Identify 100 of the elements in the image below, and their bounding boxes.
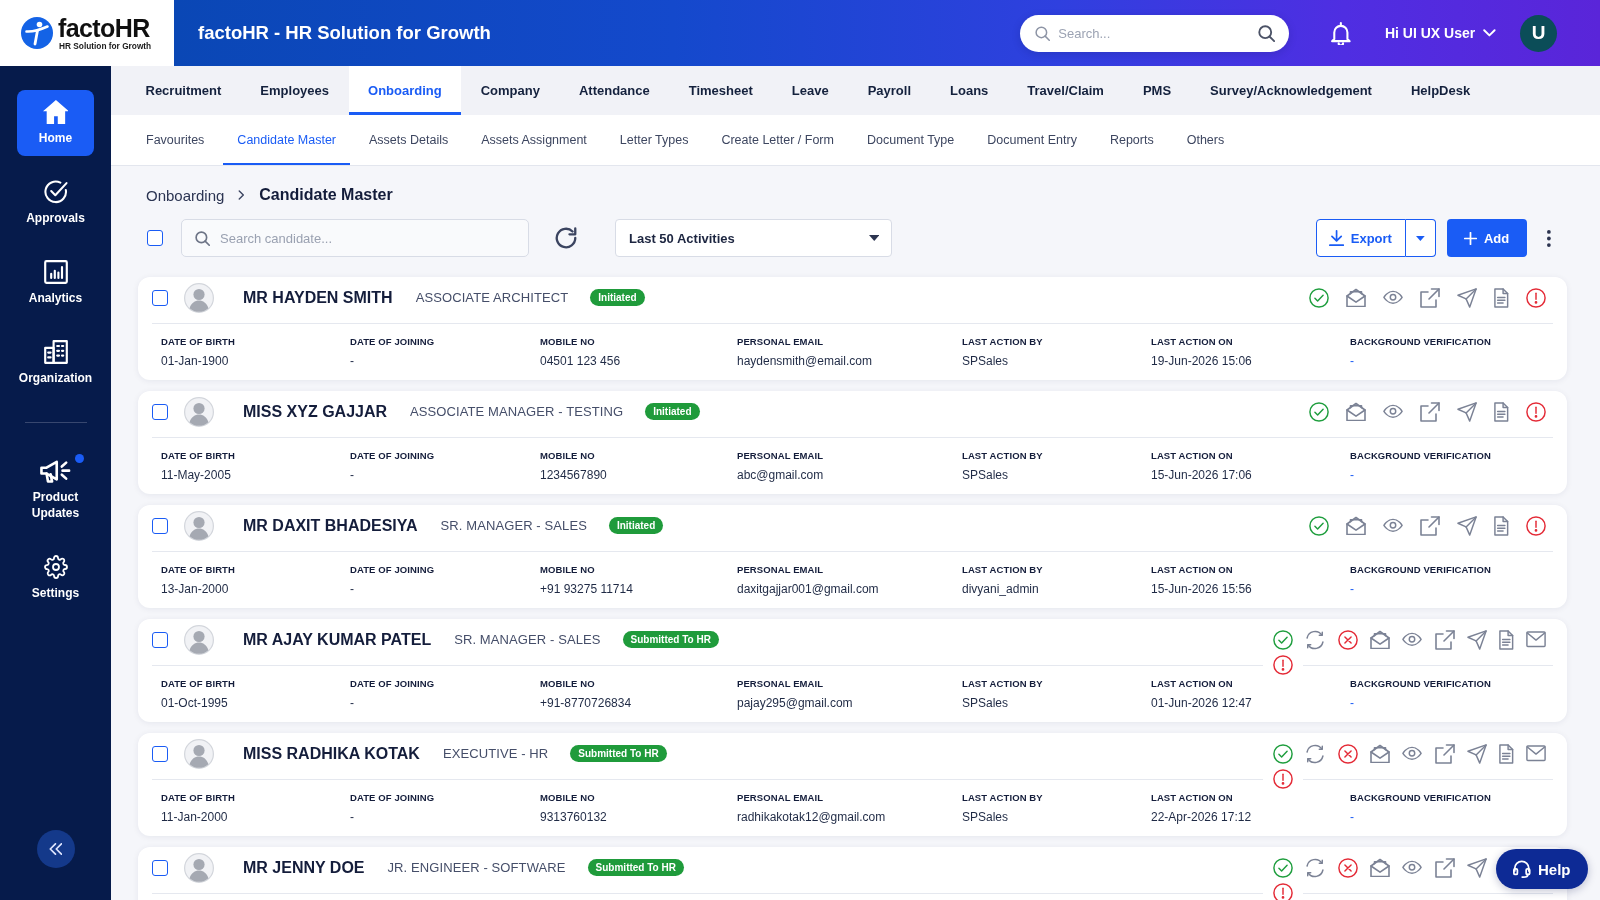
field-link[interactable]: - (1350, 354, 1354, 368)
search-field[interactable]: Search... (1020, 14, 1290, 52)
check-circle-icon[interactable] (1309, 515, 1330, 536)
row-checkbox[interactable] (152, 289, 168, 306)
sidebar-item[interactable]: Home (17, 90, 94, 156)
external-link-icon[interactable] (1434, 743, 1455, 764)
alert-icon[interactable] (1526, 515, 1546, 536)
nav-tab[interactable]: Company (461, 66, 560, 115)
search-icon[interactable] (1258, 24, 1276, 42)
open-envelope-icon[interactable] (1346, 288, 1367, 307)
user-menu-button[interactable]: Hi UI UX User (1384, 25, 1496, 41)
nav-tab[interactable]: Onboarding (348, 66, 462, 115)
close-circle-icon[interactable] (1337, 629, 1358, 650)
sub-tab[interactable]: Document Type (852, 115, 969, 165)
alert-icon[interactable] (1273, 883, 1293, 900)
alert-icon[interactable] (1526, 401, 1546, 422)
eye-icon[interactable] (1383, 290, 1404, 305)
external-link-icon[interactable] (1420, 515, 1441, 536)
sub-tab[interactable]: Candidate Master (223, 115, 351, 165)
sub-tab[interactable]: Assets Details (355, 115, 463, 165)
alert-icon[interactable] (1273, 769, 1293, 789)
mail-icon[interactable] (1526, 745, 1546, 762)
row-checkbox[interactable] (152, 517, 168, 534)
open-envelope-icon[interactable] (1346, 402, 1367, 421)
sync-icon[interactable] (1305, 857, 1326, 878)
nav-tab[interactable]: Timesheet (669, 66, 773, 115)
check-circle-icon[interactable] (1273, 857, 1294, 878)
alert-icon[interactable] (1526, 287, 1546, 308)
sub-tab[interactable]: Assets Assignment (467, 115, 601, 165)
document-icon[interactable] (1494, 401, 1509, 422)
sub-tab[interactable]: Reports (1095, 115, 1168, 165)
open-envelope-icon[interactable] (1369, 858, 1390, 877)
nav-tab[interactable]: Survey/Acknowledgement (1190, 66, 1392, 115)
open-envelope-icon[interactable] (1369, 744, 1390, 763)
field-link[interactable]: - (1350, 582, 1354, 596)
sub-tab[interactable]: Document Entry (973, 115, 1091, 165)
send-icon[interactable] (1466, 857, 1487, 878)
eye-icon[interactable] (1402, 632, 1423, 647)
select-all-checkbox[interactable] (147, 230, 163, 246)
row-checkbox[interactable] (152, 631, 168, 648)
nav-tab[interactable]: Attendance (559, 66, 670, 115)
sidebar-item[interactable]: Product Updates (17, 449, 94, 531)
more-icon[interactable] (1547, 229, 1551, 247)
sidebar-item[interactable]: Analytics (17, 250, 94, 316)
sub-tab[interactable]: Favourites (132, 115, 219, 165)
eye-icon[interactable] (1402, 860, 1423, 875)
open-envelope-icon[interactable] (1369, 630, 1390, 649)
row-checkbox[interactable] (152, 745, 168, 762)
sidebar-item[interactable]: Organization (17, 330, 94, 396)
send-icon[interactable] (1466, 743, 1487, 764)
bell-icon[interactable] (1331, 21, 1351, 45)
nav-tab[interactable]: Loans (930, 66, 1008, 115)
send-icon[interactable] (1457, 287, 1478, 308)
help-button[interactable]: Help (1496, 849, 1588, 889)
sync-icon[interactable] (1305, 743, 1326, 764)
check-circle-icon[interactable] (1273, 629, 1294, 650)
check-circle-icon[interactable] (1309, 287, 1330, 308)
eye-icon[interactable] (1383, 518, 1404, 533)
open-envelope-icon[interactable] (1346, 516, 1367, 535)
external-link-icon[interactable] (1420, 287, 1441, 308)
check-circle-icon[interactable] (1273, 743, 1294, 764)
eye-icon[interactable] (1383, 404, 1404, 419)
send-icon[interactable] (1457, 401, 1478, 422)
breadcrumb-link[interactable]: Onboarding (146, 186, 225, 204)
mail-icon[interactable] (1526, 631, 1546, 648)
nav-tab[interactable]: HelpDesk (1391, 66, 1490, 115)
close-circle-icon[interactable] (1337, 857, 1358, 878)
sub-tab[interactable]: Others (1172, 115, 1239, 165)
field-link[interactable]: - (1350, 810, 1354, 824)
collapse-sidebar-button[interactable] (36, 830, 75, 868)
alert-icon[interactable] (1273, 655, 1293, 675)
close-circle-icon[interactable] (1337, 743, 1358, 764)
nav-tab[interactable]: PMS (1123, 66, 1191, 115)
nav-tab[interactable]: Leave (772, 66, 849, 115)
send-icon[interactable] (1466, 629, 1487, 650)
field-link[interactable]: - (1350, 696, 1354, 710)
sub-tab[interactable]: Create Letter / Form (707, 115, 848, 165)
external-link-icon[interactable] (1420, 401, 1441, 422)
document-icon[interactable] (1494, 287, 1509, 308)
field-link[interactable]: - (1350, 468, 1354, 482)
document-icon[interactable] (1494, 515, 1509, 536)
check-circle-icon[interactable] (1309, 401, 1330, 422)
search-field[interactable]: Search candidate... (181, 219, 529, 257)
refresh-icon[interactable] (555, 227, 577, 249)
export-button[interactable]: Export (1315, 219, 1406, 257)
nav-tab[interactable]: Employees (240, 66, 349, 115)
user-avatar[interactable]: U (1520, 14, 1557, 52)
send-icon[interactable] (1457, 515, 1478, 536)
sync-icon[interactable] (1305, 629, 1326, 650)
add-button[interactable]: Add (1446, 219, 1528, 257)
sub-tab[interactable]: Letter Types (605, 115, 703, 165)
eye-icon[interactable] (1402, 746, 1423, 761)
nav-tab[interactable]: Travel/Claim (1007, 66, 1124, 115)
filter-dropdown[interactable]: Last 50 Activities (615, 219, 892, 257)
nav-tab[interactable]: Recruitment (126, 66, 241, 115)
nav-tab[interactable]: Payroll (848, 66, 931, 115)
row-checkbox[interactable] (152, 859, 168, 876)
external-link-icon[interactable] (1434, 629, 1455, 650)
document-icon[interactable] (1499, 629, 1514, 650)
export-menu-button[interactable] (1405, 219, 1436, 257)
